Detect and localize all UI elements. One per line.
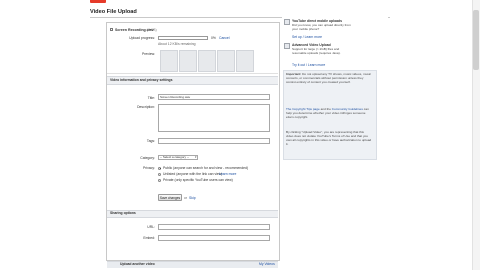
preview-thumbnail[interactable] [179, 50, 197, 72]
privacy-public-label: Public (anyone can search for and view -… [163, 166, 248, 170]
mobile-upload-title: YouTube direct mobile uploads [292, 18, 342, 23]
important-notice-text: Important: Do not upload any TV shows, m… [286, 72, 372, 84]
tags-label: Tags: [146, 139, 155, 143]
mobile-upload-link[interactable]: Set up / Learn more [292, 35, 322, 39]
youtube-logo[interactable] [90, 0, 106, 3]
mobile-upload-text: Did you know, you can upload directly fr… [292, 23, 351, 32]
category-select-value: -- Select a category -- [160, 155, 189, 159]
privacy-unlisted-label: Unlisted (anyone with the link can view) [163, 172, 223, 176]
privacy-label: Privacy: [142, 166, 155, 170]
upload-another-link[interactable]: Upload another video [120, 262, 155, 266]
skip-link[interactable]: Skip [189, 196, 196, 200]
category-label: Category: [140, 156, 155, 160]
description-textarea[interactable] [158, 104, 270, 132]
chevron-down-icon: ▾ [194, 155, 197, 159]
my-videos-link[interactable]: My Videos [259, 262, 275, 266]
privacy-private-radio[interactable] [158, 178, 161, 182]
url-label: URL: [147, 225, 155, 229]
mobile-phone-icon [284, 19, 290, 25]
file-checkbox[interactable] [110, 28, 113, 31]
upload-progress-bar [158, 36, 208, 40]
advanced-upload-text: Support for large (> 2GB) files and resu… [292, 47, 341, 56]
privacy-learn-more-link[interactable]: Learn more [219, 172, 236, 176]
advanced-upload-link[interactable]: Try it out / Learn more [292, 63, 325, 67]
save-alt-text: or [184, 195, 188, 200]
url-field[interactable] [158, 224, 270, 230]
sharing-heading: Sharing options [110, 211, 136, 215]
scrollbar-thumb[interactable] [473, 10, 479, 70]
preview-thumbnail[interactable] [217, 50, 235, 72]
privacy-unlisted-radio[interactable] [158, 172, 161, 176]
description-label: Description: [137, 105, 155, 109]
upload-progress-percent: 0% [211, 36, 216, 40]
embed-label: Embed: [143, 235, 155, 240]
page-title: Video File Upload [90, 9, 137, 15]
advanced-upload-icon [284, 43, 290, 49]
preview-thumbnail[interactable] [160, 50, 178, 72]
cancel-upload-link[interactable]: Cancel [219, 36, 230, 40]
save-changes-button[interactable]: Save changes [158, 194, 182, 201]
preview-thumbnail[interactable] [236, 50, 254, 72]
upload-progress-label: Upload progress: [129, 36, 155, 40]
advanced-upload-title: Advanced Video Upload [292, 42, 331, 47]
category-select[interactable]: -- Select a category -- ▾ [158, 155, 198, 160]
upload-agreement-text: By clicking "Upload Video", you are repr… [286, 130, 372, 147]
tags-input[interactable] [158, 138, 270, 144]
privacy-public-radio[interactable] [158, 166, 161, 170]
title-input[interactable] [158, 94, 270, 100]
preview-label: Preview: [141, 52, 155, 56]
embed-field[interactable] [158, 234, 270, 241]
file-size-badge: (0 KB) [147, 27, 157, 32]
privacy-private-label: Private (only specific YouTube users can… [163, 178, 233, 182]
upload-status-text: About 12 KB/s remaining [158, 41, 196, 46]
copyright-text: The Copyright Tips page and the Communit… [286, 107, 372, 119]
video-info-heading: Video information and privacy settings [110, 77, 173, 82]
title-label: Title: [147, 95, 155, 100]
preview-thumbnail[interactable] [198, 50, 216, 72]
